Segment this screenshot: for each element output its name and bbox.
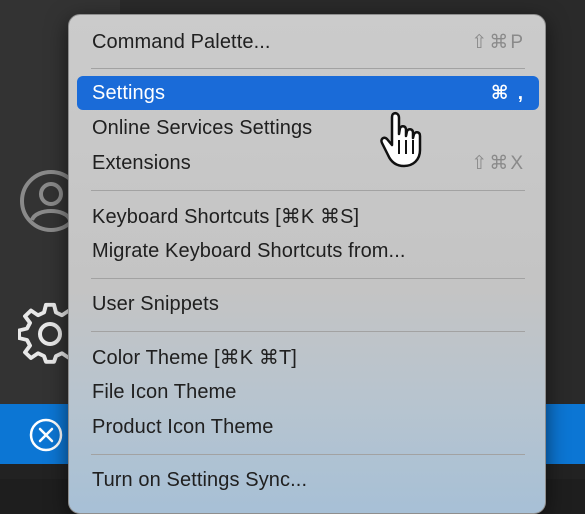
menu-item-user-snippets[interactable]: User Snippets [77,287,539,321]
menu-item-shortcut: ⇧⌘P [471,31,525,53]
menu-item-shortcut: ⌘ , [490,82,525,104]
menu-item-label: Color Theme [⌘K ⌘T] [92,346,297,369]
menu-separator [91,68,525,69]
menu-item-label: User Snippets [92,292,219,315]
menu-item-online-services-settings[interactable]: Online Services Settings [77,111,539,145]
menu-item-color-theme[interactable]: Color Theme [⌘K ⌘T] [77,340,539,374]
menu-item-file-icon-theme[interactable]: File Icon Theme [77,375,539,409]
menu-item-extensions[interactable]: Extensions ⇧⌘X [77,146,539,180]
menu-item-label: Extensions [92,151,191,174]
menu-item-migrate-keyboard-shortcuts[interactable]: Migrate Keyboard Shortcuts from... [77,234,539,268]
menu-item-label: Product Icon Theme [92,415,274,438]
menu-separator [91,278,525,279]
menu-item-product-icon-theme[interactable]: Product Icon Theme [77,410,539,444]
hand-pointer-icon [380,111,422,168]
menu-item-settings-sync[interactable]: Turn on Settings Sync... [77,463,539,497]
menu-item-command-palette[interactable]: Command Palette... ⇧⌘P [77,25,539,59]
menu-item-label: Online Services Settings [92,116,313,139]
menu-item-shortcut: ⇧⌘X [471,152,525,174]
menu-separator [91,454,525,455]
menu-separator [91,190,525,191]
error-circle-icon[interactable] [28,417,64,453]
manage-context-menu: Command Palette... ⇧⌘P Settings ⌘ , Onli… [68,14,546,514]
menu-item-label: Turn on Settings Sync... [92,468,308,491]
menu-item-keyboard-shortcuts[interactable]: Keyboard Shortcuts [⌘K ⌘S] [77,199,539,233]
menu-separator [91,331,525,332]
menu-item-label: File Icon Theme [92,380,237,403]
menu-item-label: Keyboard Shortcuts [⌘K ⌘S] [92,205,360,228]
menu-item-label: Settings [92,81,166,104]
menu-item-label: Command Palette... [92,30,271,53]
menu-item-settings[interactable]: Settings ⌘ , [77,76,539,110]
menu-item-label: Migrate Keyboard Shortcuts from... [92,239,406,262]
